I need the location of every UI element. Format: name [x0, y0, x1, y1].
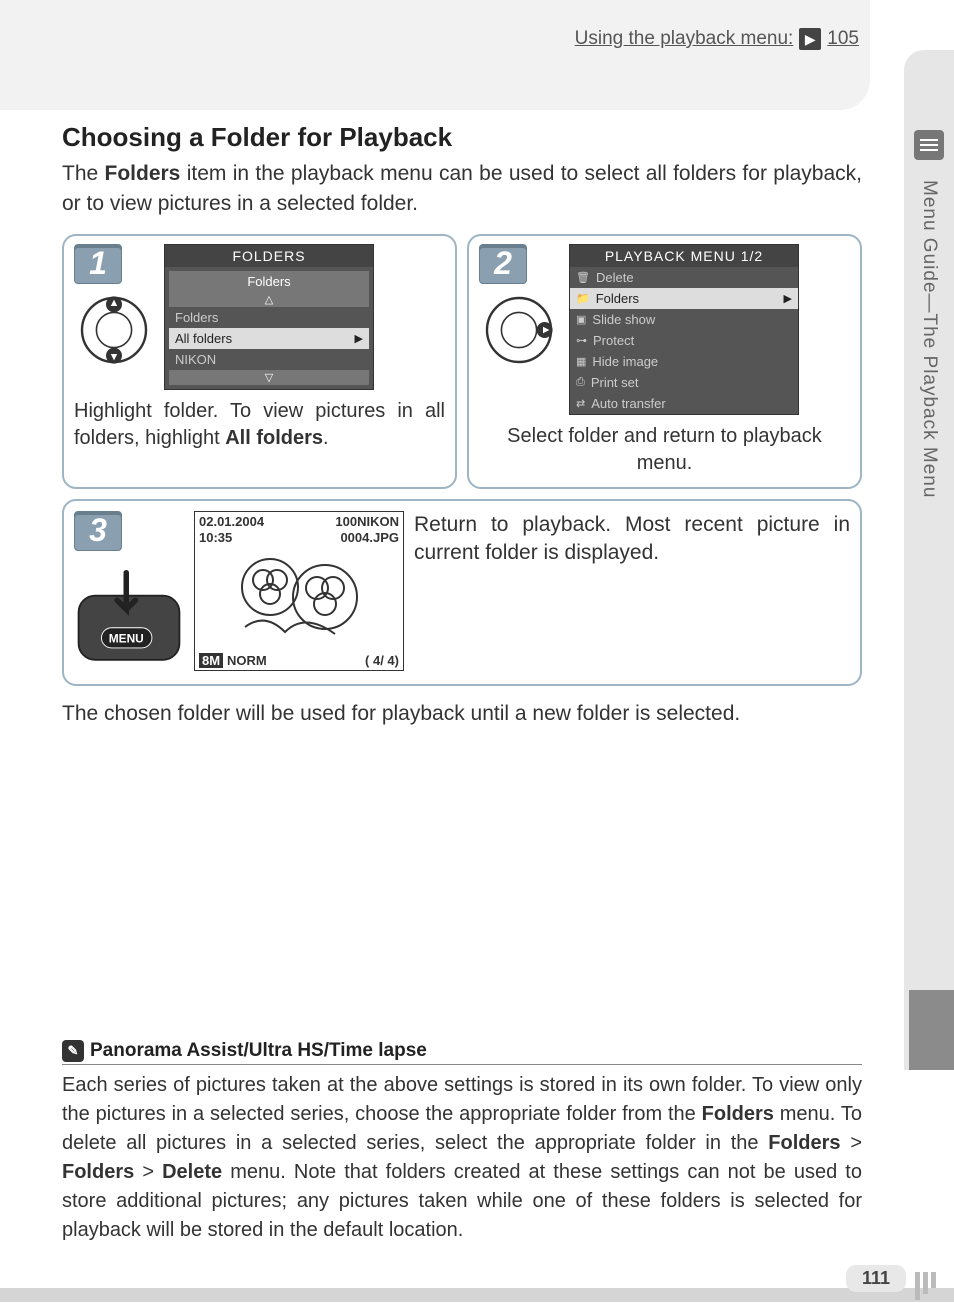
folder-icon: 📁: [576, 292, 590, 305]
main-content: Choosing a Folder for Playback The Folde…: [62, 122, 862, 726]
step-2-caption: Select folder and return to playback men…: [479, 423, 850, 477]
menu-row: ⇄Auto transfer: [570, 393, 798, 414]
menu-row: 🗑Delete: [570, 267, 798, 288]
divider: [62, 1064, 862, 1065]
step-2: 2 PLAYBACK MENU 1/2 🗑Delete 📁Folders▶ ▣S…: [467, 234, 862, 489]
intro-post: item in the playback menu can be used to…: [62, 162, 862, 215]
step-1: 1 FOLDERS Folders △ Folde: [62, 234, 457, 489]
folder-row: NIKON: [169, 349, 369, 370]
intro-bold: Folders: [105, 162, 181, 185]
intro-paragraph: The Folders item in the playback menu ca…: [62, 159, 862, 220]
menu-row: ▦Hide image: [570, 351, 798, 372]
side-thumb-index: [909, 990, 954, 1070]
steps-row: 1 FOLDERS Folders △ Folde: [62, 234, 862, 489]
step-3: 3 MENU 02.01.2004 10:35 100NIKON 0004.JP…: [62, 499, 862, 686]
step-1-screen: FOLDERS Folders △ Folders All folders▶ N…: [164, 244, 374, 390]
header-reference: Using the playback menu: ▶ 105: [575, 28, 859, 50]
down-arrow-icon: ▽: [169, 370, 369, 385]
folder-row-selected: All folders▶: [169, 328, 369, 349]
menu-row: ⊶Protect: [570, 330, 798, 351]
menu-row: ▣Slide show: [570, 309, 798, 330]
photo-date: 02.01.2004: [199, 514, 264, 529]
top-banner: [0, 0, 870, 110]
note-section: ✎ Panorama Assist/Ultra HS/Time lapse Ea…: [62, 1040, 862, 1245]
camera-menu-button-icon: MENU: [74, 559, 184, 669]
photo-count: ( 4/ 4): [365, 653, 399, 668]
photo-folder: 100NIKON: [335, 514, 399, 529]
note-title: ✎ Panorama Assist/Ultra HS/Time lapse: [62, 1040, 427, 1062]
chevron-right-icon: ▶: [784, 292, 792, 305]
screen-subtitle: Folders: [169, 271, 369, 292]
step-2-number: 2: [479, 244, 527, 284]
chevron-right-icon: ▶: [355, 332, 363, 345]
step-2-screen: PLAYBACK MENU 1/2 🗑Delete 📁Folders▶ ▣Sli…: [569, 244, 799, 415]
page-number: 111: [846, 1265, 906, 1292]
svg-text:MENU: MENU: [109, 631, 144, 645]
photo-size-badge: 8M: [199, 653, 223, 668]
intro-pre: The: [62, 162, 105, 185]
playback-icon: ▶: [799, 28, 821, 50]
hide-icon: ▦: [576, 355, 586, 368]
folder-row: Folders: [169, 307, 369, 328]
step-3-number: 3: [74, 511, 122, 551]
protect-icon: ⊶: [576, 334, 587, 347]
step-1-number: 1: [74, 244, 122, 284]
note-title-text: Panorama Assist/Ultra HS/Time lapse: [90, 1040, 427, 1062]
transfer-icon: ⇄: [576, 397, 585, 410]
screen-title: PLAYBACK MENU 1/2: [570, 245, 798, 267]
screen-title: FOLDERS: [165, 245, 373, 267]
header-ref-page: 105: [827, 28, 859, 50]
step-3-screen: 02.01.2004 10:35 100NIKON 0004.JPG 8M NO…: [194, 511, 404, 671]
step-3-caption: Return to playback. Most recent picture …: [414, 511, 850, 568]
print-icon: ⎙: [576, 376, 585, 389]
side-tab-label: Menu Guide—The Playback Menu: [918, 180, 940, 498]
photo-quality: NORM: [227, 653, 267, 668]
multi-selector-icon: [74, 290, 154, 370]
note-body: Each series of pictures taken at the abo…: [62, 1071, 862, 1245]
up-arrow-icon: △: [169, 292, 369, 307]
slideshow-icon: ▣: [576, 313, 586, 326]
closing-paragraph: The chosen folder will be used for playb…: [62, 702, 862, 726]
footer-bar: [0, 1288, 954, 1302]
menu-row: ⎙Print set: [570, 372, 798, 393]
page-edge-marks: [915, 1272, 936, 1300]
step-1-caption: Highlight folder. To view pictures in al…: [74, 398, 445, 452]
menu-icon: [914, 130, 944, 160]
flower-photo-content: [215, 542, 385, 652]
trash-icon: 🗑: [576, 271, 590, 284]
page-title: Choosing a Folder for Playback: [62, 122, 862, 153]
menu-row-selected: 📁Folders▶: [570, 288, 798, 309]
multi-selector-right-icon: [479, 290, 559, 370]
note-icon: ✎: [62, 1040, 84, 1062]
header-ref-text: Using the playback menu:: [575, 28, 794, 50]
